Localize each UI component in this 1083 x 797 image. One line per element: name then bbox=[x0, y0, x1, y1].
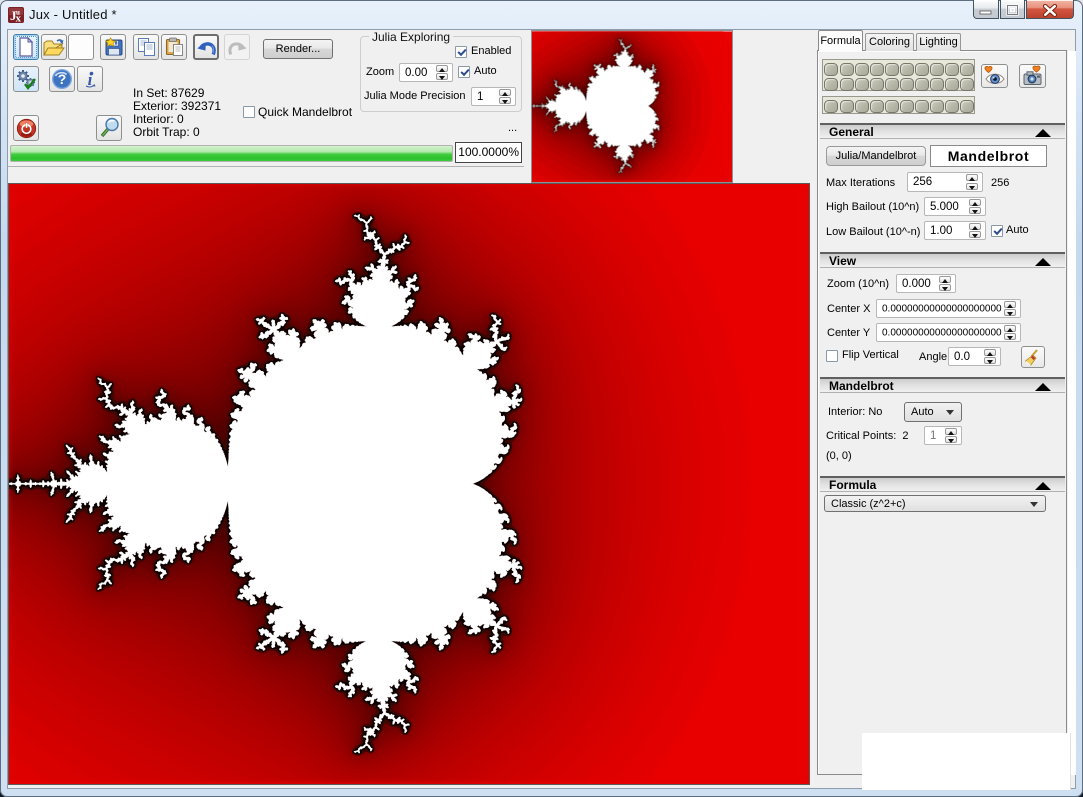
svg-text:x: x bbox=[16, 13, 22, 24]
svg-text:?: ? bbox=[58, 71, 67, 87]
